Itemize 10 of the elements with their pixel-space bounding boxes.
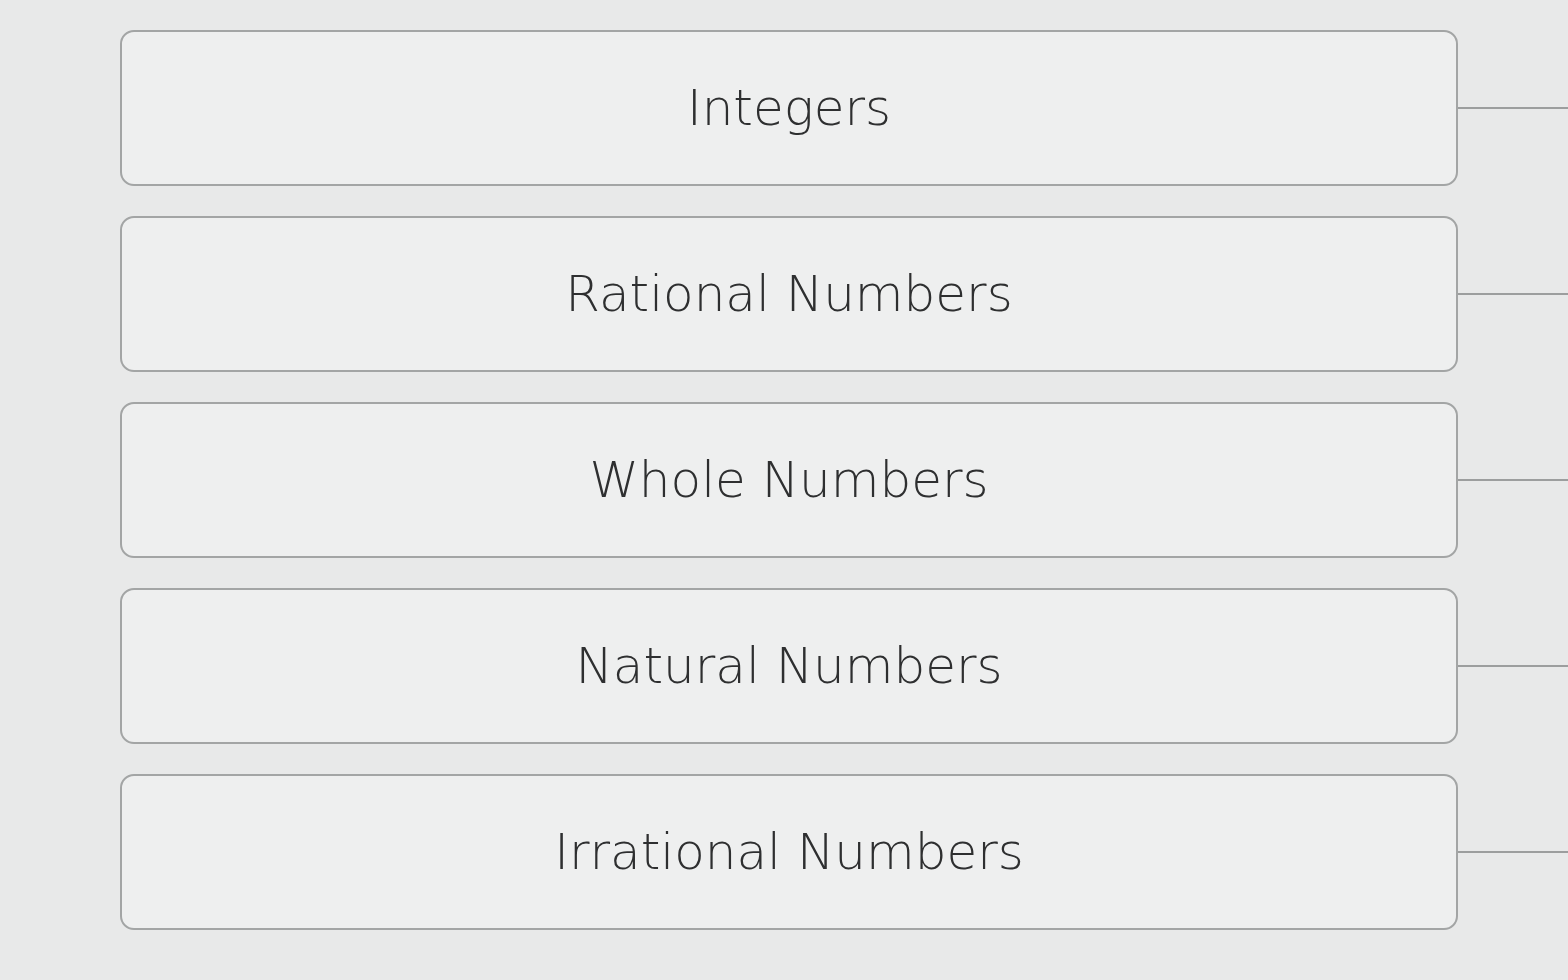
answer-option[interactable]: Irrational Numbers	[120, 774, 1458, 930]
option-label: Irrational Numbers	[554, 823, 1024, 881]
answer-option[interactable]: Natural Numbers	[120, 588, 1458, 744]
option-label: Whole Numbers	[589, 451, 989, 509]
option-label: Natural Numbers	[575, 637, 1003, 695]
answer-option[interactable]: Integers	[120, 30, 1458, 186]
answer-option[interactable]: Whole Numbers	[120, 402, 1458, 558]
option-label: Rational Numbers	[565, 265, 1013, 323]
option-label: Integers	[686, 79, 892, 137]
answer-option[interactable]: Rational Numbers	[120, 216, 1458, 372]
